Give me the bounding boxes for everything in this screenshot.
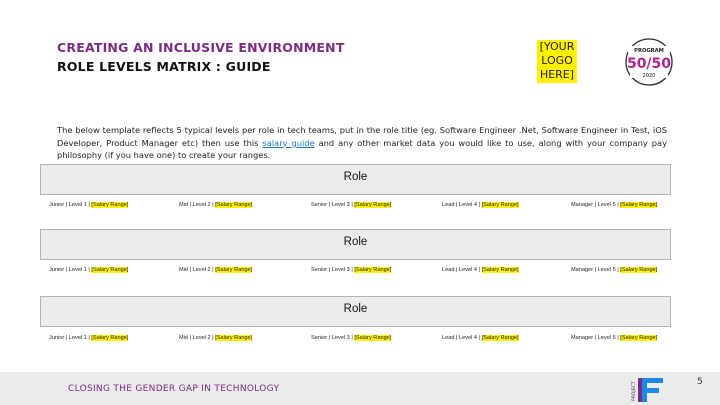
logo-placeholder-line: LOGO [541,54,573,67]
salary-guide-link[interactable]: salary guide [262,138,314,148]
level-label: Manager | Level 5 | [571,267,621,273]
role-levels-row: Junior | Level 1 | [Salary Range] Mid | … [40,335,671,349]
level-label: Manager | Level 5 | [571,202,621,208]
level-mid[interactable]: Mid | Level 2 | [Salary Range] [179,267,253,273]
level-manager[interactable]: Manager | Level 5 | [Salary Range] [571,335,658,341]
footer-tagline: CLOSING THE GENDER GAP IN TECHNOLOGY [68,384,280,394]
salary-range: [Salary Range] [215,267,253,273]
level-junior[interactable]: Junior | Level 1 | [Salary Range] [49,335,129,341]
role-title[interactable]: Role [41,236,670,248]
footer-bar: CLOSING THE GENDER GAP IN TECHNOLOGY [0,372,720,405]
program-logo-top: PROGRAM [634,48,664,54]
salary-range: [Salary Range] [354,335,392,341]
level-mid[interactable]: Mid | Level 2 | [Salary Range] [179,335,253,341]
level-label: Senior | Level 3 | [311,202,355,208]
level-senior[interactable]: Senior | Level 3 | [Salary Range] [311,267,392,273]
program-5050-logo: PROGRAM 50/50 2020 [625,38,673,86]
page-title: CREATING AN INCLUSIVE ENVIRONMENT [57,40,345,55]
level-mid[interactable]: Mid | Level 2 | [Salary Range] [179,202,253,208]
project-f-side-text: PROJECT [631,381,637,401]
program-logo-number: 50/50 [627,56,671,72]
logo-placeholder-line: HERE] [539,68,575,81]
salary-range: [Salary Range] [215,202,253,208]
salary-range: [Salary Range] [354,267,392,273]
page-number: 5 [697,377,703,387]
level-lead[interactable]: Lead | Level 4 | [Salary Range] [442,335,519,341]
salary-range: [Salary Range] [91,335,129,341]
role-levels-row: Junior | Level 1 | [Salary Range] Mid | … [40,267,671,281]
level-senior[interactable]: Senior | Level 3 | [Salary Range] [311,202,392,208]
level-junior[interactable]: Junior | Level 1 | [Salary Range] [49,267,129,273]
salary-range: [Salary Range] [91,267,129,273]
role-matrix[interactable]: Role [40,296,671,327]
level-junior[interactable]: Junior | Level 1 | [Salary Range] [49,202,129,208]
role-matrix[interactable]: Role [40,164,671,195]
salary-range: [Salary Range] [620,202,658,208]
level-label: Mid | Level 2 | [179,202,216,208]
level-label: Senior | Level 3 | [311,267,355,273]
project-f-logo: PROJECT [631,378,663,402]
program-logo-year: 2020 [643,73,656,79]
level-lead[interactable]: Lead | Level 4 | [Salary Range] [442,202,519,208]
salary-range: [Salary Range] [91,202,129,208]
level-senior[interactable]: Senior | Level 3 | [Salary Range] [311,335,392,341]
level-lead[interactable]: Lead | Level 4 | [Salary Range] [442,267,519,273]
role-title[interactable]: Role [41,171,670,183]
level-label: Senior | Level 3 | [311,335,355,341]
salary-range: [Salary Range] [215,335,253,341]
level-label: Junior | Level 1 | [49,267,92,273]
level-label: Lead | Level 4 | [442,202,482,208]
page-subtitle: ROLE LEVELS MATRIX : GUIDE [57,59,271,74]
level-manager[interactable]: Manager | Level 5 | [Salary Range] [571,202,658,208]
level-label: Manager | Level 5 | [571,335,621,341]
level-label: Mid | Level 2 | [179,335,216,341]
role-levels-row: Junior | Level 1 | [Salary Range] Mid | … [40,202,671,216]
salary-range: [Salary Range] [481,202,519,208]
level-label: Junior | Level 1 | [49,335,92,341]
logo-placeholder-line: [YOUR [539,40,575,53]
salary-range: [Salary Range] [620,335,658,341]
logo-placeholder: [YOUR LOGO HERE] [537,40,577,83]
salary-range: [Salary Range] [481,335,519,341]
role-title[interactable]: Role [41,303,670,315]
level-label: Lead | Level 4 | [442,335,482,341]
intro-paragraph: The below template reflects 5 typical le… [57,124,667,162]
salary-range: [Salary Range] [354,202,392,208]
salary-range: [Salary Range] [620,267,658,273]
level-label: Mid | Level 2 | [179,267,216,273]
role-matrix[interactable]: Role [40,229,671,260]
salary-range: [Salary Range] [481,267,519,273]
level-label: Junior | Level 1 | [49,202,92,208]
level-manager[interactable]: Manager | Level 5 | [Salary Range] [571,267,658,273]
level-label: Lead | Level 4 | [442,267,482,273]
